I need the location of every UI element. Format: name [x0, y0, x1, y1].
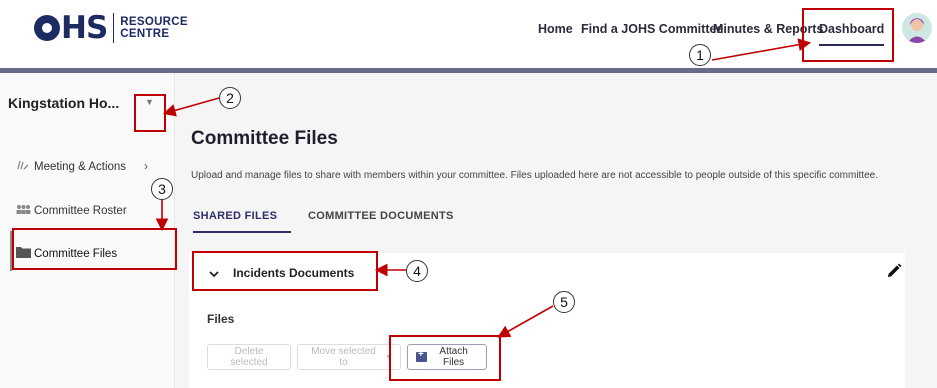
annotation-number-1: 1 — [689, 44, 711, 66]
sidebar-item-committee-files[interactable]: Committee Files — [16, 246, 117, 261]
annotation-number-3: 3 — [151, 178, 173, 200]
nav-find-committee[interactable]: Find a JOHS Committee — [581, 22, 723, 36]
sidebar-item-label: Committee Roster — [34, 205, 127, 217]
active-indicator — [10, 231, 12, 271]
nav-minutes-reports[interactable]: Minutes & Reports — [713, 22, 823, 36]
sidebar: Kingstation Ho... ▼ Meeting & Actions › … — [0, 73, 175, 388]
sidebar-item-label: Meeting & Actions — [34, 160, 127, 173]
annotation-number-4: 4 — [406, 260, 428, 282]
tab-committee-documents[interactable]: COMMITTEE DOCUMENTS — [308, 210, 454, 222]
folder-title[interactable]: Incidents Documents — [233, 266, 354, 280]
folder-icon — [16, 246, 34, 261]
page-title: Committee Files — [191, 128, 338, 149]
chevron-down-icon: ▼ — [385, 353, 392, 361]
sidebar-item-label: Committee Files — [34, 247, 118, 260]
page-description: Upload and manage files to share with me… — [191, 170, 879, 181]
avatar-icon — [902, 13, 932, 43]
files-label: Files — [207, 312, 235, 326]
logo-o-shape — [34, 15, 60, 41]
avatar[interactable] — [902, 13, 932, 43]
annotation-number-2: 2 — [219, 87, 241, 109]
tab-active-underline — [193, 231, 291, 233]
chevron-down-icon[interactable] — [209, 269, 219, 281]
tab-shared-files[interactable]: SHARED FILES — [193, 210, 277, 222]
meeting-icon — [16, 159, 34, 174]
ohs-logo[interactable]: HS RESOURCE CENTRE — [34, 10, 188, 46]
header: HS RESOURCE CENTRE Home Find a JOHS Comm… — [0, 0, 937, 68]
chevron-down-icon[interactable]: ▼ — [145, 97, 154, 107]
committee-selector-label[interactable]: Kingstation Ho... — [8, 95, 119, 111]
attach-icon — [416, 349, 428, 362]
logo-letters: HS — [61, 10, 108, 46]
nav-dashboard[interactable]: Dashboard — [819, 22, 885, 46]
button-label: Delete selected — [230, 346, 268, 368]
pencil-icon[interactable] — [885, 262, 903, 280]
roster-icon — [16, 204, 34, 218]
sidebar-item-meeting-actions[interactable]: Meeting & Actions — [16, 159, 126, 174]
nav-home[interactable]: Home — [538, 22, 573, 36]
logo-line1: RESOURCE — [120, 16, 188, 28]
logo-divider — [113, 13, 115, 43]
sidebar-item-committee-roster[interactable]: Committee Roster — [16, 204, 127, 218]
chevron-right-icon[interactable]: › — [144, 159, 148, 173]
delete-selected-button[interactable]: Delete selected — [207, 344, 291, 370]
button-label: Move selected to — [311, 346, 376, 368]
logo-line2: CENTRE — [120, 28, 170, 40]
logo-text: RESOURCE CENTRE — [120, 16, 188, 40]
annotation-number-5: 5 — [553, 291, 575, 313]
logo-mark: HS — [34, 10, 108, 46]
move-selected-button[interactable]: Move selected to ▼ — [297, 344, 401, 370]
main-content: Committee Files Upload and manage files … — [175, 73, 937, 388]
attach-files-button[interactable]: Attach Files — [407, 344, 487, 370]
button-label: Attach Files — [439, 346, 468, 368]
folder-card: Incidents Documents Files Delete selecte… — [189, 253, 905, 388]
